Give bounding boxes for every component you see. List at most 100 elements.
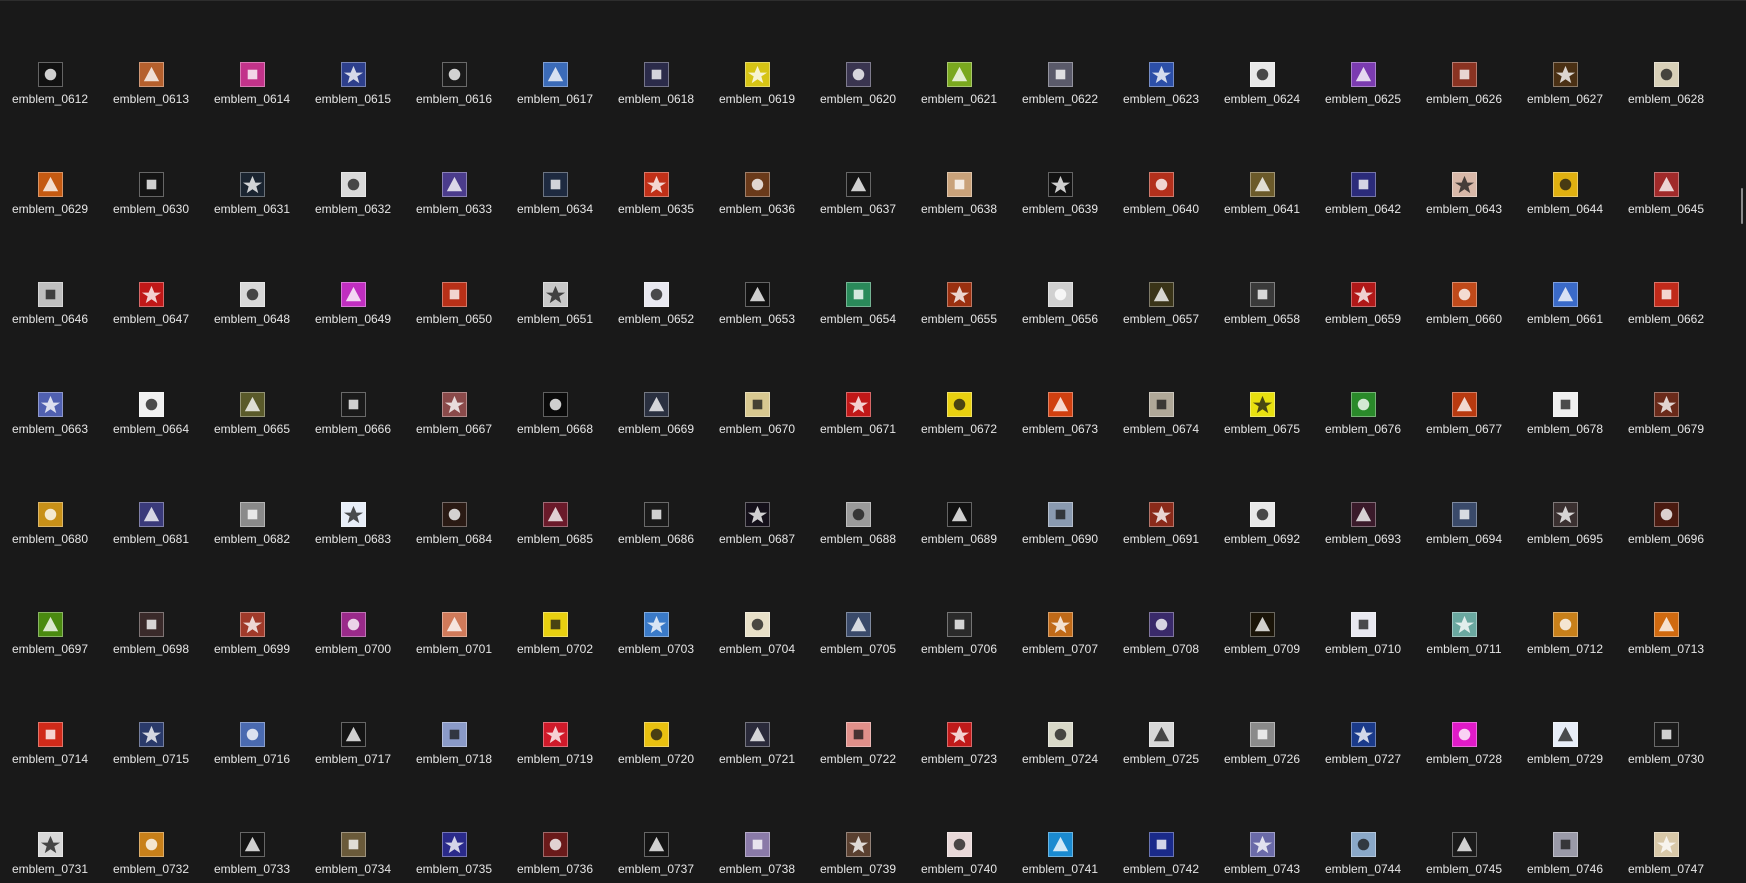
file-item[interactable]: emblem_0732 [101, 824, 201, 883]
file-item[interactable]: emblem_0627 [1515, 54, 1615, 134]
file-item[interactable]: emblem_0702 [505, 604, 605, 684]
file-item[interactable]: emblem_0638 [909, 164, 1009, 244]
file-item[interactable]: emblem_0647 [101, 274, 201, 354]
file-item[interactable]: emblem_0735 [404, 824, 504, 883]
file-item[interactable]: emblem_0704 [707, 604, 807, 684]
file-item[interactable]: emblem_0645 [1616, 164, 1716, 244]
file-item[interactable]: emblem_0724 [1010, 714, 1110, 794]
file-item[interactable]: emblem_0643 [1414, 164, 1514, 244]
file-item[interactable]: emblem_0612 [0, 54, 100, 134]
file-item[interactable]: emblem_0651 [505, 274, 605, 354]
file-item[interactable]: emblem_0673 [1010, 384, 1110, 464]
file-item[interactable]: emblem_0637 [808, 164, 908, 244]
file-item[interactable]: emblem_0657 [1111, 274, 1211, 354]
file-item[interactable]: emblem_0630 [101, 164, 201, 244]
file-item[interactable]: emblem_0669 [606, 384, 706, 464]
file-item[interactable]: emblem_0649 [303, 274, 403, 354]
file-item[interactable]: emblem_0742 [1111, 824, 1211, 883]
file-item[interactable]: emblem_0617 [505, 54, 605, 134]
file-item[interactable]: emblem_0674 [1111, 384, 1211, 464]
file-item[interactable]: emblem_0652 [606, 274, 706, 354]
file-item[interactable]: emblem_0641 [1212, 164, 1312, 244]
file-item[interactable]: emblem_0623 [1111, 54, 1211, 134]
file-item[interactable]: emblem_0701 [404, 604, 504, 684]
file-item[interactable]: emblem_0709 [1212, 604, 1312, 684]
scrollbar-thumb[interactable] [1741, 188, 1743, 224]
file-item[interactable]: emblem_0733 [202, 824, 302, 883]
file-item[interactable]: emblem_0683 [303, 494, 403, 574]
file-item[interactable]: emblem_0677 [1414, 384, 1514, 464]
file-item[interactable]: emblem_0629 [0, 164, 100, 244]
file-item[interactable]: emblem_0711 [1414, 604, 1514, 684]
file-item[interactable]: emblem_0693 [1313, 494, 1413, 574]
file-item[interactable]: emblem_0727 [1313, 714, 1413, 794]
file-item[interactable]: emblem_0632 [303, 164, 403, 244]
file-item[interactable]: emblem_0713 [1616, 604, 1716, 684]
file-item[interactable]: emblem_0714 [0, 714, 100, 794]
file-item[interactable]: emblem_0642 [1313, 164, 1413, 244]
file-item[interactable]: emblem_0640 [1111, 164, 1211, 244]
file-item[interactable]: emblem_0616 [404, 54, 504, 134]
file-item[interactable]: emblem_0672 [909, 384, 1009, 464]
file-item[interactable]: emblem_0628 [1616, 54, 1716, 134]
file-item[interactable]: emblem_0682 [202, 494, 302, 574]
file-item[interactable]: emblem_0658 [1212, 274, 1312, 354]
file-item[interactable]: emblem_0656 [1010, 274, 1110, 354]
file-item[interactable]: emblem_0729 [1515, 714, 1615, 794]
file-item[interactable]: emblem_0661 [1515, 274, 1615, 354]
file-item[interactable]: emblem_0688 [808, 494, 908, 574]
file-item[interactable]: emblem_0695 [1515, 494, 1615, 574]
file-item[interactable]: emblem_0663 [0, 384, 100, 464]
file-item[interactable]: emblem_0715 [101, 714, 201, 794]
file-item[interactable]: emblem_0699 [202, 604, 302, 684]
file-item[interactable]: emblem_0706 [909, 604, 1009, 684]
file-item[interactable]: emblem_0613 [101, 54, 201, 134]
file-item[interactable]: emblem_0747 [1616, 824, 1716, 883]
file-item[interactable]: emblem_0653 [707, 274, 807, 354]
file-item[interactable]: emblem_0624 [1212, 54, 1312, 134]
file-item[interactable]: emblem_0634 [505, 164, 605, 244]
file-item[interactable]: emblem_0694 [1414, 494, 1514, 574]
file-item[interactable]: emblem_0734 [303, 824, 403, 883]
file-item[interactable]: emblem_0689 [909, 494, 1009, 574]
file-item[interactable]: emblem_0746 [1515, 824, 1615, 883]
file-item[interactable]: emblem_0619 [707, 54, 807, 134]
file-item[interactable]: emblem_0675 [1212, 384, 1312, 464]
file-item[interactable]: emblem_0687 [707, 494, 807, 574]
file-item[interactable]: emblem_0685 [505, 494, 605, 574]
file-item[interactable]: emblem_0723 [909, 714, 1009, 794]
file-item[interactable]: emblem_0622 [1010, 54, 1110, 134]
vertical-scrollbar[interactable] [1736, 0, 1746, 883]
file-item[interactable]: emblem_0690 [1010, 494, 1110, 574]
file-item[interactable]: emblem_0745 [1414, 824, 1514, 883]
file-item[interactable]: emblem_0736 [505, 824, 605, 883]
file-item[interactable]: emblem_0708 [1111, 604, 1211, 684]
file-item[interactable]: emblem_0668 [505, 384, 605, 464]
file-item[interactable]: emblem_0631 [202, 164, 302, 244]
file-item[interactable]: emblem_0716 [202, 714, 302, 794]
file-item[interactable]: emblem_0684 [404, 494, 504, 574]
file-item[interactable]: emblem_0726 [1212, 714, 1312, 794]
file-item[interactable]: emblem_0731 [0, 824, 100, 883]
file-item[interactable]: emblem_0660 [1414, 274, 1514, 354]
file-item[interactable]: emblem_0696 [1616, 494, 1716, 574]
file-item[interactable]: emblem_0719 [505, 714, 605, 794]
file-item[interactable]: emblem_0621 [909, 54, 1009, 134]
file-item[interactable]: emblem_0626 [1414, 54, 1514, 134]
file-item[interactable]: emblem_0698 [101, 604, 201, 684]
file-item[interactable]: emblem_0681 [101, 494, 201, 574]
file-item[interactable]: emblem_0655 [909, 274, 1009, 354]
file-item[interactable]: emblem_0670 [707, 384, 807, 464]
file-item[interactable]: emblem_0697 [0, 604, 100, 684]
file-item[interactable]: emblem_0650 [404, 274, 504, 354]
file-item[interactable]: emblem_0671 [808, 384, 908, 464]
file-item[interactable]: emblem_0712 [1515, 604, 1615, 684]
file-item[interactable]: emblem_0721 [707, 714, 807, 794]
file-item[interactable]: emblem_0644 [1515, 164, 1615, 244]
file-item[interactable]: emblem_0739 [808, 824, 908, 883]
file-item[interactable]: emblem_0691 [1111, 494, 1211, 574]
file-item[interactable]: emblem_0664 [101, 384, 201, 464]
file-item[interactable]: emblem_0667 [404, 384, 504, 464]
file-item[interactable]: emblem_0639 [1010, 164, 1110, 244]
file-item[interactable]: emblem_0705 [808, 604, 908, 684]
